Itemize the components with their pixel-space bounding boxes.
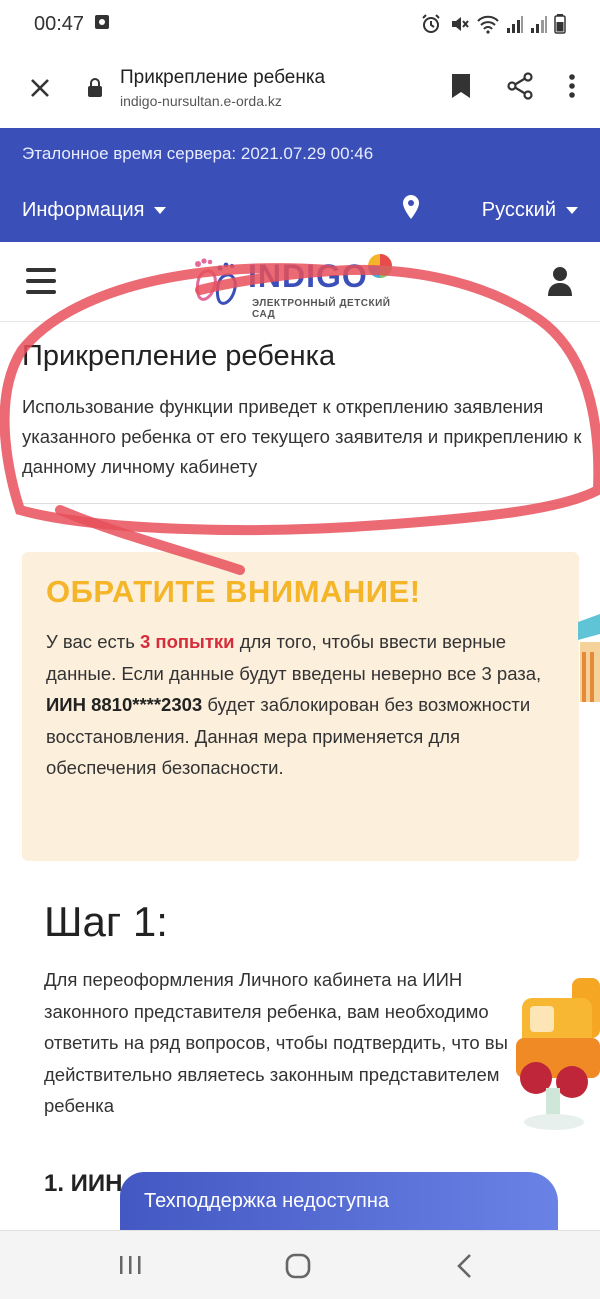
system-navigation-bar — [0, 1230, 600, 1299]
language-dropdown[interactable]: Русский — [482, 199, 578, 222]
notice-text: У вас есть 3 попытки для того, чтобы вве… — [46, 626, 555, 784]
more-options-button[interactable] — [568, 73, 576, 104]
logo-subtitle: ЭЛЕКТРОННЫЙ ДЕТСКИЙ САД — [252, 298, 391, 320]
info-menu-dropdown[interactable]: Информация — [22, 198, 167, 222]
mute-icon — [448, 13, 470, 35]
menu-icon-line — [26, 290, 56, 294]
lock-icon[interactable] — [80, 78, 110, 98]
site-header: Эталонное время сервера: 2021.07.29 00:4… — [0, 128, 600, 242]
screenshot-notification-icon — [94, 13, 110, 36]
bookmark-icon — [452, 73, 470, 98]
caret-down-icon — [154, 206, 167, 214]
caret-down-icon — [566, 206, 578, 214]
beach-ball-icon — [368, 254, 392, 278]
notice-text-part: У вас есть — [46, 631, 140, 652]
playground-illustration — [576, 612, 600, 737]
battery-icon — [554, 14, 566, 34]
logo-text: INDIGO — [248, 258, 368, 294]
close-icon — [31, 79, 49, 97]
home-button[interactable] — [285, 1253, 311, 1284]
status-bar: 00:47 — [0, 0, 600, 48]
share-icon — [507, 71, 533, 100]
language-label: Русский — [481, 198, 556, 221]
divider — [22, 503, 578, 504]
browser-toolbar: Прикрепление ребенка indigo-nursultan.e-… — [0, 48, 600, 128]
question-label: 1. ИИН — [44, 1170, 123, 1197]
attempts-count: 3 попытки — [139, 631, 235, 652]
more-vertical-icon — [569, 73, 575, 98]
iin-value: ИИН 8810****2303 — [46, 694, 203, 715]
logo-bar: INDIGO ЭЛЕКТРОННЫЙ ДЕТСКИЙ САД — [0, 242, 600, 322]
location-button[interactable] — [402, 194, 420, 225]
status-time: 00:47 — [34, 12, 85, 35]
page-description: Использование функции приведет к открепл… — [22, 396, 582, 477]
notice-title: ОБРАТИТЕ ВНИМАНИЕ! — [46, 574, 421, 609]
step-description: Для переоформления Личного кабинета на И… — [44, 969, 508, 1116]
notice-box: ОБРАТИТЕ ВНИМАНИЕ! У вас есть 3 попытки … — [22, 552, 579, 861]
menu-icon-line — [26, 279, 56, 283]
support-chat-button[interactable]: Техподдержка недоступна — [120, 1172, 558, 1234]
alarm-icon — [420, 13, 442, 35]
bookmark-button[interactable] — [450, 73, 472, 104]
page-title: Прикрепление ребенка — [22, 340, 336, 372]
share-button[interactable] — [506, 71, 534, 105]
info-menu-label: Информация — [22, 198, 145, 221]
browser-page-title: Прикрепление ребенка — [120, 67, 326, 88]
close-tab-button[interactable] — [20, 68, 60, 108]
recent-apps-icon — [120, 1256, 141, 1274]
home-icon — [285, 1253, 311, 1279]
menu-icon-line — [26, 268, 56, 272]
user-account-button[interactable] — [548, 266, 572, 301]
back-chevron-icon — [457, 1254, 471, 1278]
signal-icon — [506, 14, 524, 34]
address-bar[interactable]: Прикрепление ребенка indigo-nursultan.e-… — [120, 67, 450, 109]
server-time: Эталонное время сервера: 2021.07.29 00:4… — [22, 144, 374, 163]
footprints-icon — [195, 258, 237, 305]
signal-2-icon — [530, 14, 548, 34]
back-button[interactable] — [456, 1253, 474, 1284]
location-pin-icon — [403, 195, 419, 219]
support-label: Техподдержка недоступна — [144, 1190, 390, 1212]
step-title: Шаг 1: — [44, 898, 168, 945]
user-icon — [548, 267, 572, 296]
wifi-icon — [476, 13, 500, 35]
hamburger-menu-button[interactable] — [26, 268, 56, 294]
indigo-logo[interactable]: INDIGO ЭЛЕКТРОННЫЙ ДЕТСКИЙ САД — [190, 250, 400, 320]
browser-url: indigo-nursultan.e-orda.kz — [120, 93, 282, 109]
recent-apps-button[interactable] — [118, 1253, 142, 1282]
